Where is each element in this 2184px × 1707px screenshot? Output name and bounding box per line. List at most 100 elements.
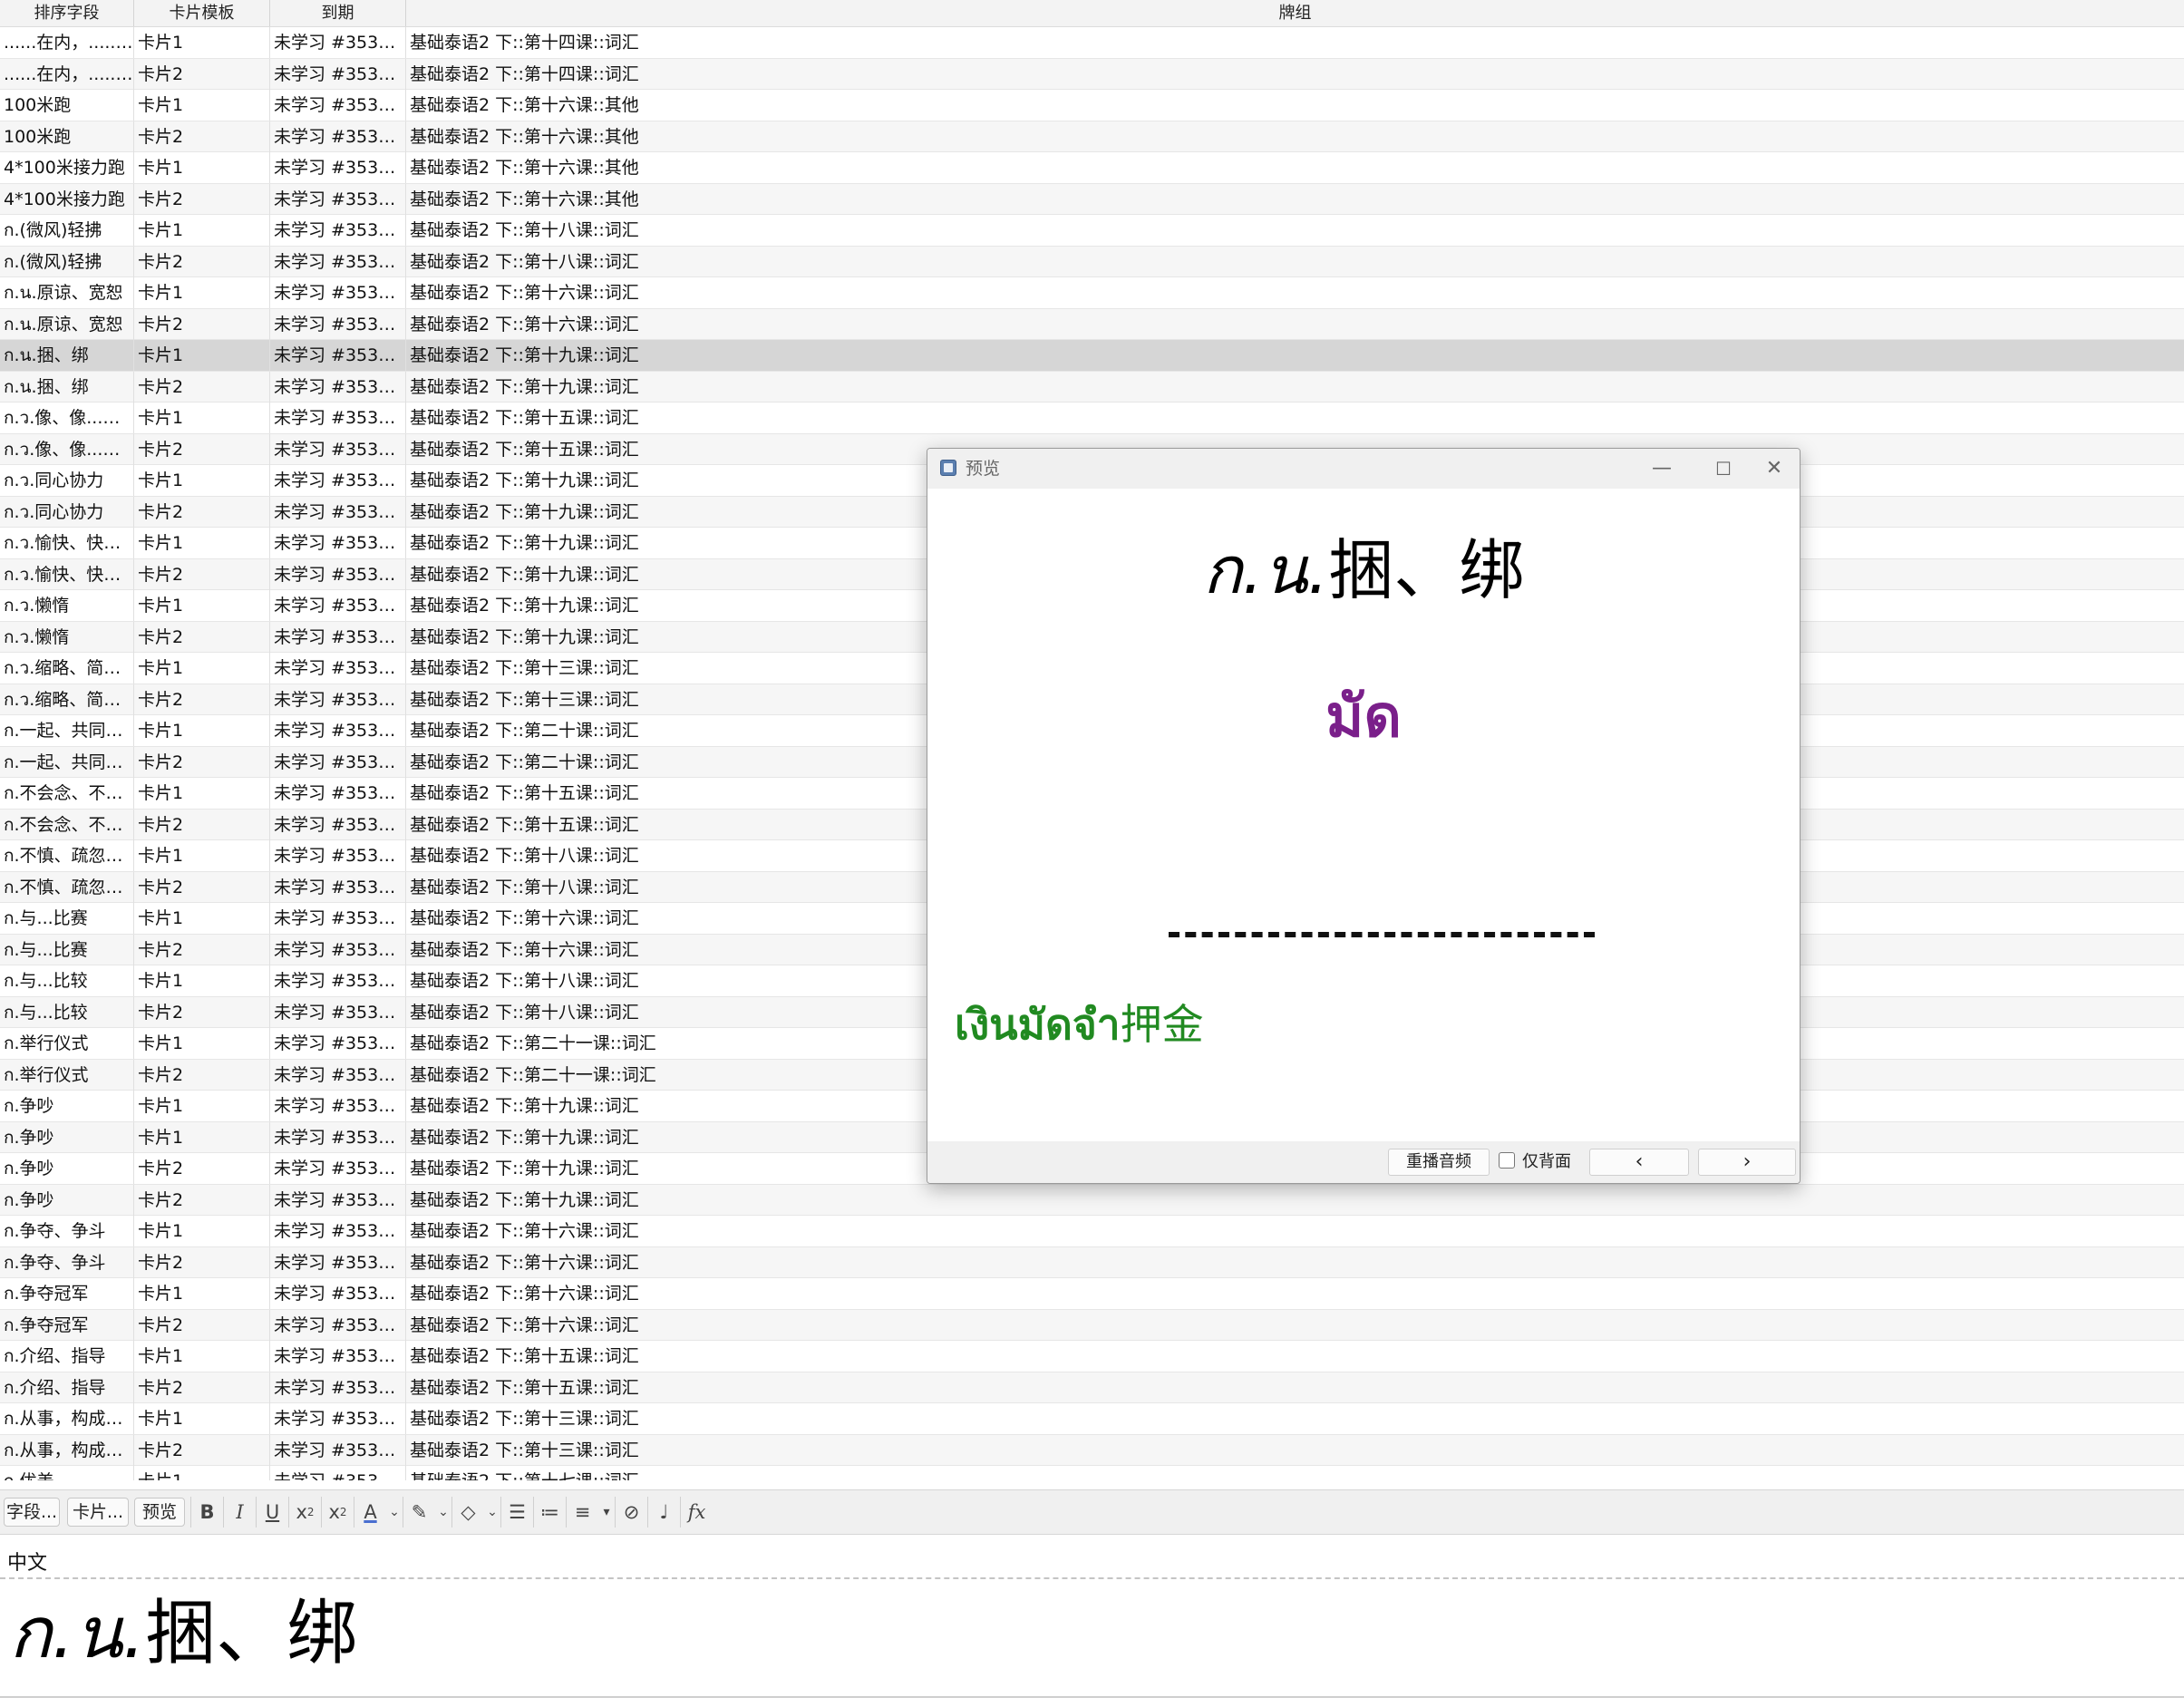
subscript-icon[interactable]: x2 [321,1497,354,1528]
card-template-cell: 卡片1 [134,1403,270,1434]
table-row[interactable]: ก.从事，构成、... 卡片2 未学习 #35376... 基础泰语2 下::第十三课… [0,1434,2184,1466]
align-icon[interactable]: ≡ [566,1497,598,1528]
sort-field-cell: ก.ว.愉快、快慰... [0,558,134,590]
text-color-icon[interactable]: A [354,1497,386,1528]
card-template-cell: 卡片1 [134,1278,270,1309]
deck-cell: 基础泰语2 下::第十八课::词汇 [410,220,639,240]
next-card-button[interactable]: › [1698,1149,1796,1176]
bold-icon[interactable]: B [190,1497,223,1528]
card-template-cell: 卡片2 [134,684,270,715]
card-template-cell: 卡片1 [134,152,270,183]
bullet-list-icon[interactable]: ☰ [500,1497,533,1528]
title-bar[interactable]: 预览 — ☐ ✕ [927,449,1800,489]
table-row[interactable]: ก.争吵 卡片2 未学习 #35376... 基础泰语2 下::第十九课::词汇 [0,1184,2184,1216]
table-row[interactable]: 4*100米接力跑 卡片1 未学习 #35376... 基础泰语2 下::第十六课::… [0,152,2184,184]
due-cell: 未学习 #35376... [270,996,406,1028]
eraser-icon[interactable]: ◇ [451,1497,484,1528]
table-row[interactable]: 4*100米接力跑 卡片2 未学习 #35376... 基础泰语2 下::第十六课::… [0,183,2184,215]
sort-field-cell: ก.ว.同心协力 [0,465,134,496]
table-row[interactable]: ก.น.捆、绑 卡片2 未学习 #35376... 基础泰语2 下::第十九课::词汇 [0,371,2184,403]
sort-field-cell: ก.ว.懒惰 [0,590,134,621]
due-cell: 未学习 #35376... [270,621,406,653]
previous-card-button[interactable]: ‹ [1589,1149,1689,1176]
due-cell: 未学习 #35376... [270,27,406,58]
column-header-sort-field[interactable]: 排序字段 [0,0,134,26]
card-template-cell: 卡片2 [134,183,270,215]
table-row[interactable]: ก.争夺冠军 卡片1 未学习 #35376... 基础泰语2 下::第十六课::词汇 [0,1278,2184,1310]
chevron-down-icon[interactable]: ⌄ [386,1497,403,1528]
sort-field-cell: ก.争夺、争斗 [0,1216,134,1246]
table-row[interactable]: ก.介绍、指导 卡片2 未学习 #35376... 基础泰语2 下::第十五课::词汇 [0,1372,2184,1403]
sort-field-cell: ก.(微风)轻拂 [0,246,134,277]
column-header-due[interactable]: 到期 [270,0,406,26]
table-row[interactable]: ก.น.原谅、宽恕 卡片1 未学习 #35376... 基础泰语2 下::第十六课::… [0,277,2184,309]
table-row[interactable]: 100米跑 卡片1 未学习 #35376... 基础泰语2 下::第十六课::其他 [0,90,2184,121]
deck-cell: 基础泰语2 下::第十六课::其他 [410,189,639,209]
table-row[interactable]: ก.争夺冠军 卡片2 未学习 #35376... 基础泰语2 下::第十六课::词汇 [0,1309,2184,1341]
preview-button[interactable]: 预览 [134,1498,185,1527]
due-cell: 未学习 #35376... [270,121,406,152]
due-cell: 未学习 #35376... [270,215,406,246]
deck-cell: 基础泰语2 下::第十五课::词汇 [410,1377,639,1398]
table-row[interactable]: ......在内，......... 卡片2 未学习 #35376... 基础泰语2 … [0,58,2184,90]
card-template-cell: 卡片1 [134,715,270,746]
fields-button[interactable]: 字段... [4,1498,60,1527]
highlight-icon[interactable]: ✎ [403,1497,435,1528]
due-cell: 未学习 #35376... [270,1341,406,1372]
italic-icon[interactable]: I [223,1497,256,1528]
app-icon [940,460,956,476]
due-cell: 未学习 #35376... [270,1372,406,1403]
table-row[interactable]: ก.น.捆、绑 卡片1 未学习 #35376... 基础泰语2 下::第十九课::词汇 [0,340,2184,372]
maximize-icon[interactable]: ☐ [1696,449,1751,489]
table-row[interactable]: ก.介绍、指导 卡片1 未学习 #35376... 基础泰语2 下::第十五课::词汇 [0,1341,2184,1372]
sort-field-cell: ก.不慎、疏忽、... [0,871,134,903]
card-template-cell: 卡片1 [134,1121,270,1153]
due-cell: 未学习 #35376... [270,277,406,308]
card-template-cell: 卡片1 [134,590,270,621]
card-template-cell: 卡片1 [134,653,270,684]
due-cell: 未学习 #35376... [270,1278,406,1309]
card-thai-abbr: ก.น. [1202,532,1329,608]
column-header-card-template[interactable]: 卡片模板 [134,0,270,26]
card-template-cell: 卡片1 [134,840,270,871]
superscript-icon[interactable]: x2 [288,1497,321,1528]
table-row[interactable]: ก.争夺、争斗 卡片1 未学习 #35376... 基础泰语2 下::第十六课::词汇 [0,1216,2184,1247]
field-editor[interactable]: ก.น.捆、绑 [9,1588,357,1679]
sort-field-cell: ก.与...比较 [0,965,134,996]
column-header-deck[interactable]: 牌组 [406,0,2184,26]
table-row[interactable]: ......在内，......... 卡片1 未学习 #35376... 基础泰语2 … [0,27,2184,59]
chevron-down-icon[interactable]: ▾ [598,1497,615,1528]
due-cell: 未学习 #35376... [270,903,406,934]
cards-button[interactable]: 卡片... [67,1498,129,1527]
table-row[interactable]: 100米跑 卡片2 未学习 #35376... 基础泰语2 下::第十六课::其他 [0,121,2184,152]
sort-field-cell: ก.争吵 [0,1184,134,1216]
card-template-cell: 卡片1 [134,1216,270,1246]
microphone-icon[interactable]: ♩ [647,1497,680,1528]
numbered-list-icon[interactable]: ≔ [533,1497,566,1528]
table-row[interactable]: ก.น.原谅、宽恕 卡片2 未学习 #35376... 基础泰语2 下::第十六课::… [0,308,2184,340]
table-row[interactable]: ก.(微风)轻拂 卡片1 未学习 #35376... 基础泰语2 下::第十八课::词… [0,215,2184,247]
table-row[interactable]: ก.争夺、争斗 卡片2 未学习 #35376... 基础泰语2 下::第十六课::词汇 [0,1246,2184,1278]
minimize-icon[interactable]: — [1635,449,1689,489]
card-template-cell: 卡片2 [134,996,270,1028]
back-only-checkbox[interactable] [1499,1152,1515,1169]
table-row[interactable]: ก.ว.像、像...一... 卡片1 未学习 #35376... 基础泰语2 下::第… [0,403,2184,434]
attachment-icon[interactable]: ⊘ [615,1497,647,1528]
underline-icon[interactable]: U [256,1497,288,1528]
deck-cell: 基础泰语2 下::第十八课::词汇 [410,251,639,272]
sort-field-cell: ก.介绍、指导 [0,1372,134,1403]
due-cell: 未学习 #35376... [270,465,406,496]
chevron-down-icon[interactable]: ⌄ [435,1497,451,1528]
chevron-down-icon[interactable]: ⌄ [484,1497,500,1528]
formula-icon[interactable]: fx [680,1497,713,1528]
table-row[interactable]: ก.优美卡片1未学习 #35376...基础泰语2 下::第十七课::词汇 [0,1466,2184,1480]
preview-window[interactable]: 预览 — ☐ ✕ ก.น.捆、绑 มัด เงินมัดจำ押金 重播音频 仅背… [927,448,1801,1184]
replay-audio-button[interactable]: 重播音频 [1388,1149,1490,1176]
thai-word: มัด [1325,684,1402,751]
sort-field-cell: ก.争夺、争斗 [0,1246,134,1278]
due-cell: 未学习 #35376... [270,558,406,590]
table-row[interactable]: ก.从事，构成、... 卡片1 未学习 #35376... 基础泰语2 下::第十三课… [0,1403,2184,1435]
close-icon[interactable]: ✕ [1747,449,1800,489]
table-row[interactable]: ก.(微风)轻拂 卡片2 未学习 #35376... 基础泰语2 下::第十八课::词… [0,246,2184,277]
card-template-cell: 卡片1 [134,778,270,809]
